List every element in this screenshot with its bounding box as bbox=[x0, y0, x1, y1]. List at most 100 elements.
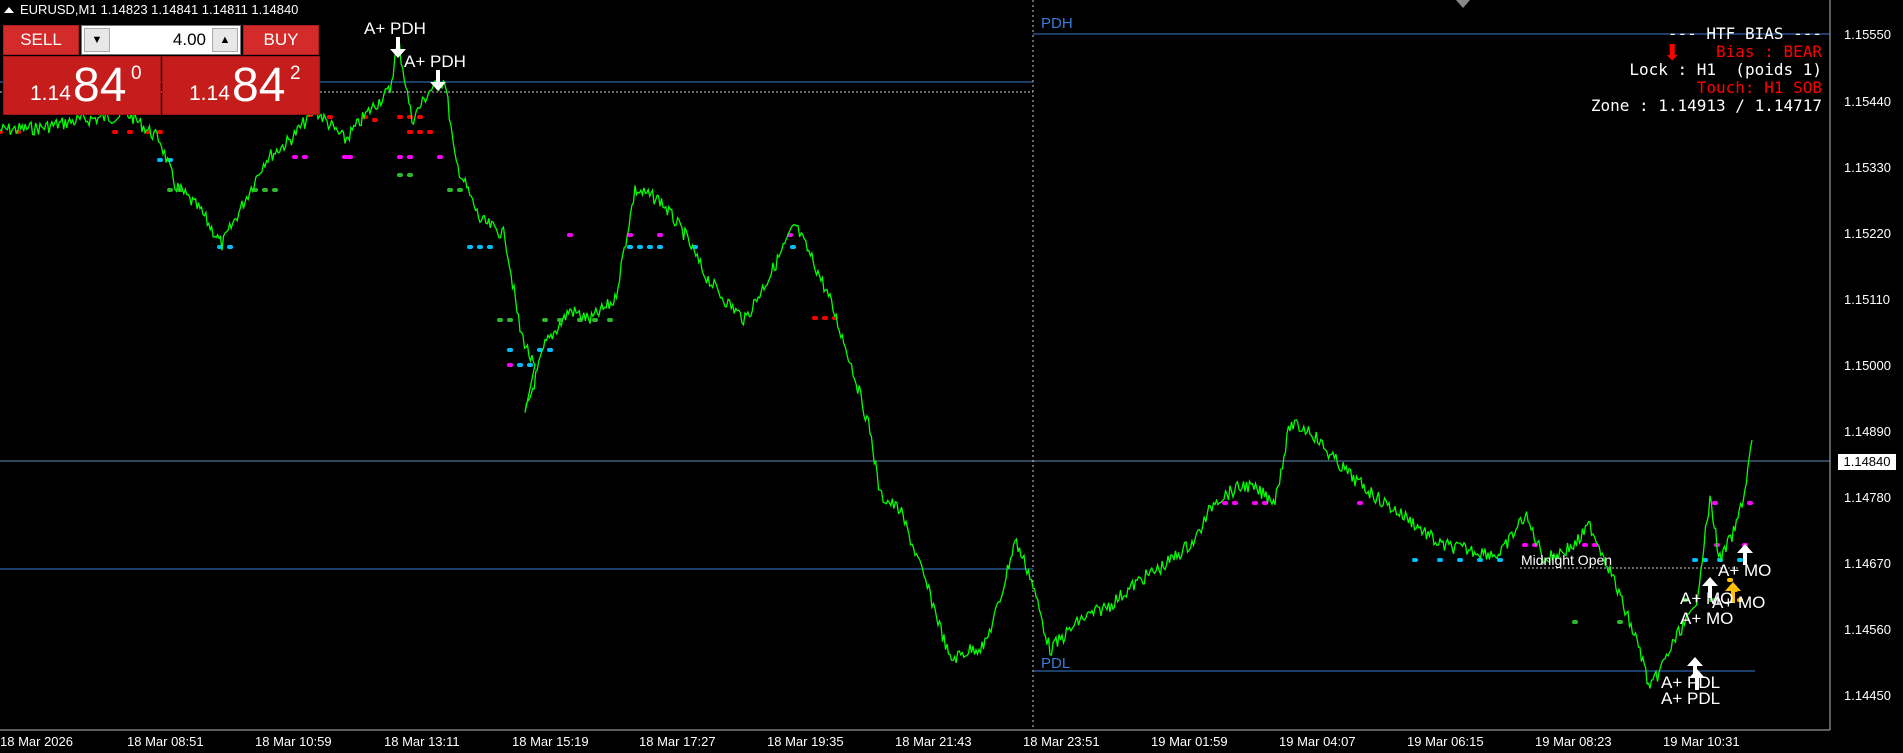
indicator-dot bbox=[1457, 558, 1463, 562]
bear-arrow-icon: ⬇ bbox=[1663, 40, 1682, 65]
ask-prefix: 1.14 bbox=[189, 82, 230, 105]
time-tick: 19 Mar 04:07 bbox=[1279, 734, 1356, 749]
time-tick: 19 Mar 06:15 bbox=[1407, 734, 1484, 749]
indicator-dot bbox=[592, 318, 598, 322]
indicator-dot bbox=[1497, 558, 1503, 562]
indicator-dot bbox=[407, 130, 413, 134]
indicator-dot bbox=[127, 130, 133, 134]
pdl-label: PDL bbox=[1041, 655, 1071, 672]
price-tick: 1.14780 bbox=[1844, 490, 1891, 505]
indicator-dot bbox=[397, 155, 403, 159]
indicator-dot bbox=[1412, 558, 1418, 562]
time-tick: 18 Mar 19:35 bbox=[767, 734, 844, 749]
time-tick: 19 Mar 08:23 bbox=[1535, 734, 1612, 749]
ask-superscript: 2 bbox=[290, 63, 301, 84]
indicator-dot bbox=[272, 188, 278, 192]
sell-button-label: SELL bbox=[20, 30, 62, 49]
indicator-dot bbox=[407, 155, 413, 159]
indicator-dot bbox=[347, 155, 353, 159]
price-tick: 1.15000 bbox=[1844, 358, 1891, 373]
volume-control: ▼ ▲ bbox=[81, 25, 241, 55]
indicator-dot bbox=[467, 245, 473, 249]
indicator-dot bbox=[447, 188, 453, 192]
htf-bias-touch: Touch: H1 SOB bbox=[1696, 78, 1822, 97]
time-tick: 18 Mar 13:11 bbox=[384, 734, 460, 749]
sell-button[interactable]: SELL bbox=[3, 25, 79, 55]
symbol-label: EURUSD,M1 bbox=[20, 2, 97, 17]
htf-bias-lock: Lock : H1 (poids 1) bbox=[1629, 60, 1822, 79]
indicator-dot bbox=[812, 316, 818, 320]
indicator-dot bbox=[790, 245, 796, 249]
signal-label-apdh-2: A+ PDH bbox=[404, 52, 466, 71]
time-tick: 18 Mar 21:43 bbox=[895, 734, 972, 749]
price-tick: 1.15220 bbox=[1844, 226, 1891, 241]
indicator-dot bbox=[457, 188, 463, 192]
indicator-dot bbox=[497, 318, 503, 322]
buy-button-label: BUY bbox=[263, 30, 299, 49]
indicator-dot bbox=[487, 245, 493, 249]
chart-header: EURUSD,M1 1.14823 1.14841 1.14811 1.1484… bbox=[4, 2, 298, 17]
indicator-dot bbox=[657, 245, 663, 249]
indicator-dot bbox=[1617, 620, 1623, 624]
price-tick: 1.15440 bbox=[1844, 94, 1891, 109]
indicator-dot bbox=[1437, 558, 1443, 562]
indicator-dot bbox=[437, 155, 443, 159]
indicator-dot bbox=[157, 130, 163, 134]
indicator-dot bbox=[1692, 558, 1698, 562]
buy-button[interactable]: BUY bbox=[243, 25, 319, 55]
price-tick: 1.15330 bbox=[1844, 160, 1891, 175]
bid-prefix: 1.14 bbox=[30, 82, 71, 105]
chevron-up-icon: ▲ bbox=[219, 34, 231, 46]
indicator-dot bbox=[542, 318, 548, 322]
ask-big-digits: 84 bbox=[232, 59, 286, 112]
volume-input[interactable] bbox=[112, 30, 206, 50]
indicator-dot bbox=[607, 318, 613, 322]
price-tick: 1.14670 bbox=[1844, 556, 1891, 571]
indicator-dot bbox=[657, 233, 663, 237]
current-price-box: 1.14840 bbox=[1838, 454, 1896, 470]
bid-big-digits: 84 bbox=[73, 59, 127, 112]
indicator-dot bbox=[567, 233, 573, 237]
signal-label-apdl-2: A+ PDL bbox=[1661, 689, 1721, 708]
indicator-dot bbox=[1747, 501, 1753, 505]
price-tick: 1.14450 bbox=[1844, 688, 1891, 703]
chevron-down-icon: ▼ bbox=[91, 34, 103, 46]
time-tick: 18 Mar 23:51 bbox=[1023, 734, 1100, 749]
signal-label-amo: A+ MO bbox=[1718, 561, 1772, 580]
indicator-dot bbox=[157, 158, 163, 162]
scroll-marker-icon[interactable] bbox=[1456, 0, 1470, 8]
indicator-dot bbox=[417, 115, 423, 119]
price-tick: 1.14560 bbox=[1844, 622, 1891, 637]
time-tick: 19 Mar 10:31 bbox=[1663, 734, 1740, 749]
indicator-dot bbox=[1712, 501, 1718, 505]
htf-bias-zone: Zone : 1.14913 / 1.14717 bbox=[1590, 96, 1822, 115]
indicator-dot bbox=[1357, 501, 1363, 505]
indicator-dot bbox=[1222, 501, 1228, 505]
htf-bias-value: Bias : BEAR bbox=[1716, 42, 1822, 61]
indicator-dot bbox=[822, 316, 828, 320]
time-tick: 18 Mar 15:19 bbox=[512, 734, 589, 749]
indicator-dot bbox=[397, 173, 403, 177]
bid-quote[interactable]: 1.14 84 0 bbox=[3, 56, 161, 115]
indicator-dot bbox=[647, 245, 653, 249]
indicator-dot bbox=[507, 363, 513, 367]
time-tick: 18 Mar 10:59 bbox=[255, 734, 332, 749]
indicator-dot bbox=[1582, 543, 1588, 547]
price-tick: 1.15110 bbox=[1844, 292, 1891, 307]
time-tick: 18 Mar 17:27 bbox=[639, 734, 716, 749]
htf-bias-panel: --- HTF BIAS --- Bias : BEAR Lock : H1 (… bbox=[1591, 25, 1822, 115]
indicator-dot bbox=[167, 188, 173, 192]
bid-superscript: 0 bbox=[131, 63, 142, 84]
indicator-dot bbox=[227, 245, 233, 249]
ask-quote[interactable]: 1.14 84 2 bbox=[162, 56, 320, 115]
price-axis[interactable]: 1.15550 1.15440 1.15330 1.15220 1.15110 … bbox=[1830, 0, 1903, 730]
indicator-dot bbox=[417, 130, 423, 134]
collapse-triangle-icon[interactable] bbox=[4, 6, 14, 13]
indicator-dot bbox=[1522, 543, 1528, 547]
indicator-dot bbox=[292, 155, 298, 159]
volume-up-button[interactable]: ▲ bbox=[212, 28, 238, 52]
volume-down-button[interactable]: ▼ bbox=[84, 28, 110, 52]
indicator-dot bbox=[527, 363, 533, 367]
indicator-dots bbox=[0, 113, 1753, 624]
pdh-label: PDH bbox=[1041, 15, 1073, 32]
